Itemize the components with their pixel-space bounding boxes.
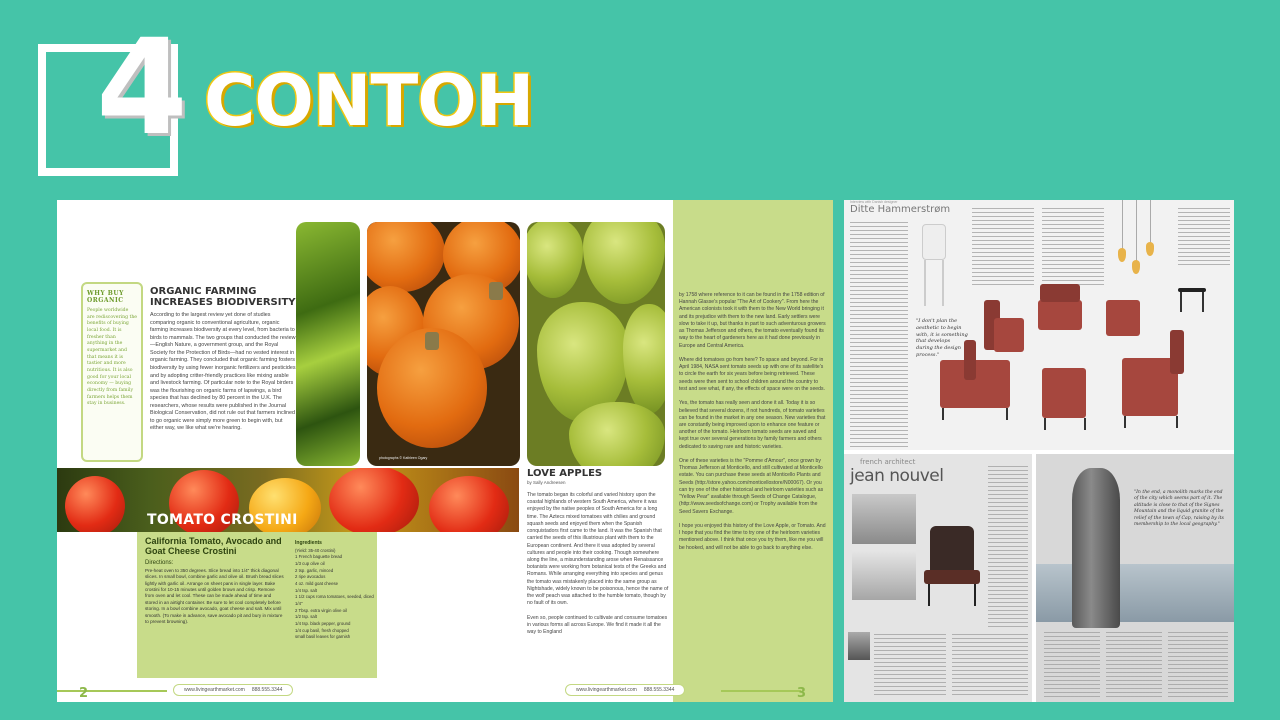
text-column xyxy=(1178,208,1230,268)
text-column xyxy=(1042,208,1104,288)
tower-spread: "In the end, a monolith marks the end of… xyxy=(1036,454,1234,702)
footer-phone: 888.555.3344 xyxy=(251,687,283,693)
ingredient: (Yield: 35-40 crostini) xyxy=(295,547,336,553)
why-buy-title: WHY BUY ORGANIC xyxy=(87,290,124,304)
stool-illustration xyxy=(916,224,954,306)
nouvel-spread: french architect jean nouvel xyxy=(844,454,1032,702)
ingredients-label: Ingredients xyxy=(295,540,322,546)
recipe-box: California Tomato, Avocado and Goat Chee… xyxy=(137,532,377,678)
love-apples-title: LOVE APPLES xyxy=(527,468,603,479)
ingredient: 1/4 tsp. black pepper, ground xyxy=(295,620,351,626)
slide-title: CONTOH xyxy=(202,60,535,142)
lounge-chair xyxy=(922,526,984,606)
pendant-lamps xyxy=(1114,200,1174,280)
ditte-title: Ditte Hammerstrøm xyxy=(850,204,951,215)
crostini-banner: TOMATO CROSTINI xyxy=(147,512,298,528)
text-column xyxy=(850,222,908,448)
pears-photo xyxy=(527,222,665,466)
monolith-tower xyxy=(1072,468,1120,628)
ingredient: 2 ripe avocados xyxy=(295,574,326,580)
footer-url: www.livingearthmarket.com xyxy=(576,687,637,693)
organic-title: ORGANIC FARMING INCREASES BIODIVERSITY xyxy=(150,286,296,308)
architecture-photo xyxy=(852,494,916,544)
ingredient: 2 Tbsp. extra virgin olive oil xyxy=(295,607,347,613)
organic-body: According to the largest review yet done… xyxy=(150,312,296,432)
vine-decoration xyxy=(721,690,801,692)
why-buy-box: WHY BUY ORGANIC People worldwide are red… xyxy=(81,282,143,462)
text-column xyxy=(952,634,1028,698)
vine-decoration xyxy=(57,690,167,692)
recipe-title: California Tomato, Avocado and Goat Chee… xyxy=(145,536,282,557)
slide-number: 4 xyxy=(96,11,188,165)
directions-text: Pre-heat oven to 350 degrees. Slice brea… xyxy=(145,567,284,625)
architect-portrait xyxy=(848,632,870,660)
ingredient: 1/2 tsp. salt xyxy=(295,614,317,620)
footer-right: www.livingearthmarket.com 888.555.3344 xyxy=(565,684,686,696)
ingredient: 1/4 cup basil, fresh chopped xyxy=(295,627,349,633)
footer-phone: 888.555.3344 xyxy=(643,687,675,693)
footer-left: www.livingearthmarket.com 888.555.3344 xyxy=(173,684,294,696)
ingredients-list: Ingredients (Yield: 35-40 crostini) 1 Fr… xyxy=(295,540,375,641)
text-column xyxy=(1106,632,1162,698)
text-column xyxy=(988,466,1028,630)
ingredient: 1/4 tsp. salt xyxy=(295,587,317,593)
text-column xyxy=(972,208,1034,288)
photo-credit: photographs © Kathleen Ogary xyxy=(379,456,428,460)
design-magazine-collage: Interview with Danish designer Ditte Ham… xyxy=(844,200,1234,702)
nouvel-heading: french architect jean nouvel xyxy=(850,458,944,486)
ingredient: 4 oz. mild goat cheese xyxy=(295,581,338,587)
love-apples-byline: by Sally Andreesen xyxy=(527,480,566,485)
why-buy-text: People worldwide are rediscovering the b… xyxy=(87,308,137,407)
ditte-spread: Interview with Danish designer Ditte Ham… xyxy=(844,200,1234,450)
nouvel-title: jean nouvel xyxy=(850,466,944,486)
love-apples-body: The tomato began its colorful and varied… xyxy=(527,492,669,636)
nouvel-quote: "In the end, a monolith marks the end of… xyxy=(1134,490,1224,528)
pumpkins-photo xyxy=(367,222,520,466)
ingredient: small basil leaves for garnish xyxy=(295,634,351,640)
ditte-quote: "I don't plan the aesthetic to begin wit… xyxy=(916,318,968,358)
nouvel-kicker: french architect xyxy=(860,458,916,466)
text-column xyxy=(1168,632,1228,698)
magazine-spread-image: WHY BUY ORGANIC People worldwide are red… xyxy=(57,200,833,702)
leaves-photo xyxy=(296,222,360,466)
footer-url: www.livingearthmarket.com xyxy=(184,687,245,693)
text-column xyxy=(1044,632,1100,698)
architecture-photo xyxy=(852,550,916,600)
ingredient: 1 1/2 cups roma tomatoes, seeded, diced … xyxy=(295,594,374,606)
page-number-right: 3 xyxy=(797,686,807,701)
text-column xyxy=(874,634,946,698)
ingredient: 2 tsp. garlic, minced xyxy=(295,567,334,573)
right-column-text: by 1758 where reference to it can be fou… xyxy=(679,292,826,551)
ingredient: 1/3 cup olive oil xyxy=(295,561,325,567)
ingredient: 1 French baguette bread xyxy=(295,554,343,560)
sea-backdrop xyxy=(1036,564,1234,622)
page-number-left: 2 xyxy=(79,686,89,701)
